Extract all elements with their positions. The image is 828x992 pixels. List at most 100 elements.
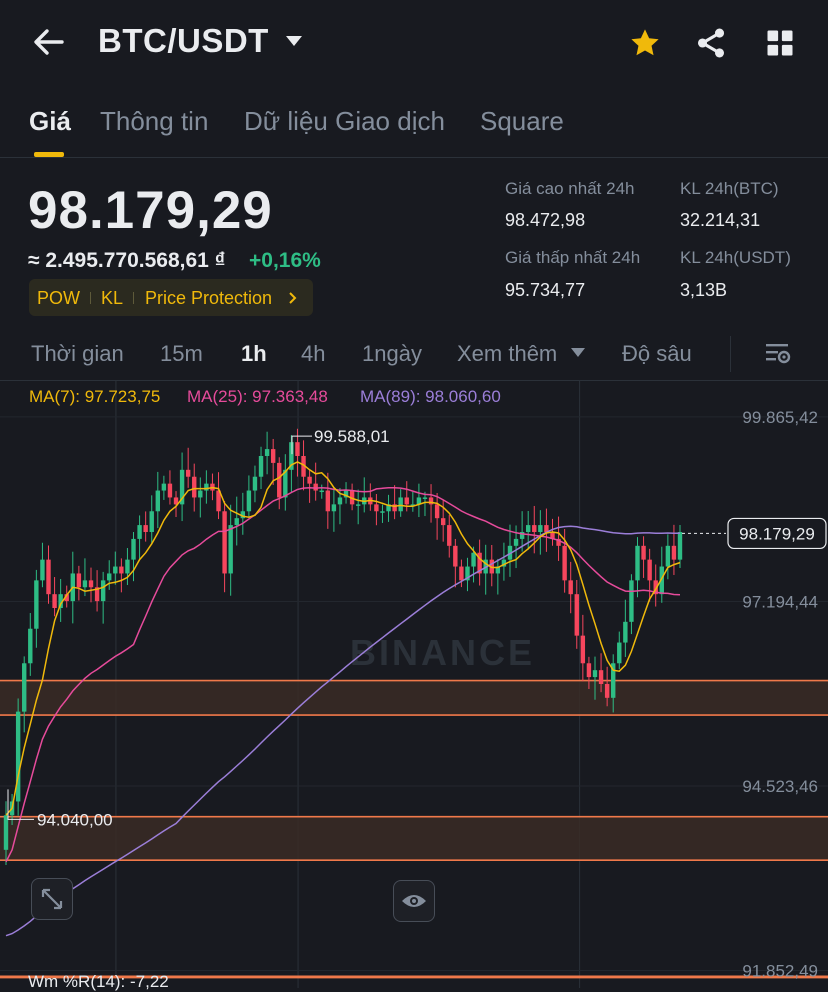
y-axis-tick-label: 94.523,46 — [742, 777, 818, 796]
candle-body — [629, 580, 634, 622]
y-axis-tick-label: 97.194,44 — [742, 592, 818, 611]
chevron-right-icon[interactable] — [288, 291, 298, 305]
candle-body — [562, 545, 567, 581]
y-axis-tick-label: 99.865,42 — [742, 408, 818, 427]
candle-body — [198, 490, 203, 498]
candle-body — [246, 490, 252, 512]
candle-body — [404, 497, 409, 505]
interval-1h[interactable]: 1h — [241, 341, 267, 367]
candle-body — [325, 490, 331, 512]
stat-vol-usdt-value: 3,13B — [680, 280, 728, 300]
stat-vol-btc-label: KL 24h(BTC) — [680, 179, 779, 198]
eye-icon — [402, 895, 426, 907]
candle-body — [113, 566, 118, 574]
candle-body — [513, 538, 519, 546]
pair-title[interactable]: BTC/USDT — [98, 22, 269, 60]
candle-body — [192, 476, 197, 498]
candle-body — [185, 469, 191, 477]
chart-settings-icon[interactable] — [764, 340, 792, 366]
tab-square[interactable]: Square — [480, 106, 564, 137]
fiat-price: ≈ 2.495.770.568,61 ₫ — [28, 249, 226, 272]
candle-body — [22, 663, 27, 712]
high-price-annotation: 99.588,01 — [314, 427, 390, 446]
tag-kl[interactable]: KL — [101, 288, 123, 309]
candle-body — [161, 483, 167, 491]
candle-body — [598, 670, 604, 684]
candle-body — [137, 525, 142, 539]
candle-body — [580, 635, 586, 664]
candle-body — [471, 552, 476, 567]
grid-menu-icon[interactable] — [765, 28, 795, 58]
candle-body — [398, 497, 403, 512]
interval-thoi-gian[interactable]: Thời gian — [31, 341, 124, 367]
share-icon[interactable] — [694, 26, 728, 60]
binance-watermark: BINANCE — [350, 632, 535, 673]
candle-body — [440, 518, 446, 526]
ma25-legend: MA(25): 97.363,48 — [187, 387, 328, 406]
interval-4h[interactable]: 4h — [301, 341, 325, 367]
candle-body — [28, 628, 33, 664]
candle-body — [647, 559, 652, 581]
interval-15m[interactable]: 15m — [160, 341, 203, 367]
candle-body — [270, 449, 276, 463]
fullscreen-button[interactable] — [31, 878, 73, 920]
candle-body — [204, 483, 209, 491]
interval-xem-them[interactable]: Xem thêm — [457, 341, 557, 367]
candle-body — [222, 511, 227, 574]
back-arrow-icon[interactable] — [32, 27, 66, 57]
candle-body — [277, 462, 282, 498]
dropdown-caret-icon[interactable] — [286, 36, 302, 46]
candle-body — [125, 559, 130, 574]
ma89-legend: MA(89): 98.060,60 — [360, 387, 501, 406]
candle-body — [264, 449, 270, 456]
last-price: 98.179,29 — [28, 181, 273, 240]
stat-low-value: 95.734,77 — [505, 280, 586, 300]
interval-do-sau[interactable]: Độ sâu — [622, 341, 692, 367]
candle-body — [592, 670, 598, 678]
tabs-divider — [0, 157, 828, 158]
stat-vol-btc-value: 32.214,31 — [680, 210, 761, 230]
tab-du-lieu-giao-dich[interactable]: Dữ liệu Giao dịch — [244, 106, 445, 137]
ma89-line — [5, 525, 681, 937]
candle-body — [617, 642, 622, 664]
low-price-annotation: 94.040,00 — [37, 810, 113, 829]
ma25-line — [5, 487, 681, 863]
tab-thong-tin[interactable]: Thông tin — [100, 106, 208, 137]
tab-gia[interactable]: Giá — [29, 106, 71, 137]
candle-body — [568, 580, 573, 595]
candle-body — [258, 456, 264, 477]
candle-body — [52, 594, 57, 608]
price-change-percent: +0,16% — [249, 249, 321, 272]
chevron-down-icon[interactable] — [571, 348, 585, 357]
candle-body — [665, 545, 671, 567]
candle-body — [3, 815, 9, 850]
candle-body — [34, 580, 39, 629]
candle-body — [604, 684, 610, 698]
star-icon[interactable] — [628, 27, 662, 59]
candle-body — [319, 490, 324, 493]
ma7-line — [5, 461, 681, 816]
y-axis-tick-label: 91.852,49 — [742, 962, 818, 981]
candle-body — [313, 483, 318, 491]
tag-price-protection[interactable]: Price Protection — [145, 288, 272, 309]
support-zone — [0, 680, 828, 716]
candle-body — [40, 559, 45, 581]
candle-body — [434, 504, 440, 519]
candle-body — [453, 545, 458, 567]
candle-body — [82, 580, 88, 588]
candle-body — [100, 580, 106, 602]
visibility-button[interactable] — [393, 880, 435, 922]
candle-body — [307, 476, 312, 484]
stat-high-value: 98.472,98 — [505, 210, 586, 230]
candle-body — [107, 573, 112, 581]
interval-1ngay[interactable]: 1ngày — [362, 341, 422, 367]
candle-body — [525, 525, 531, 532]
candle-body — [374, 504, 379, 512]
candle-body — [76, 573, 82, 588]
candle-body — [119, 566, 124, 574]
candle-body — [586, 663, 592, 678]
candle-body — [380, 511, 385, 513]
tag-pow[interactable]: POW — [37, 288, 80, 309]
stat-high-label: Giá cao nhất 24h — [505, 179, 635, 198]
interval-divider — [730, 336, 731, 372]
